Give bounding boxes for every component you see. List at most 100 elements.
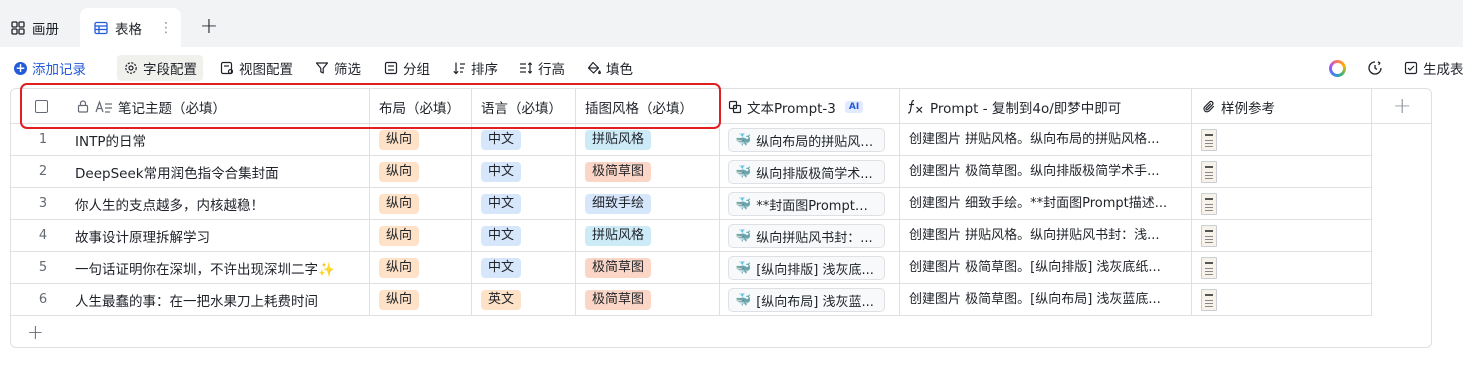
- language-tag[interactable]: 中文: [481, 130, 522, 150]
- column-header-layout[interactable]: 布局（必填）: [379, 89, 460, 124]
- text-prompt-value: 纵向拼贴风书封：...: [756, 230, 873, 246]
- text-prompt-cell[interactable]: 🐳 纵向布局的拼贴风格...: [728, 128, 885, 152]
- text-prompt-cell[interactable]: 🐳 纵向拼贴风书封：...: [728, 224, 885, 248]
- language-tag[interactable]: 中文: [481, 162, 522, 182]
- column-header-style[interactable]: 插图风格（必填）: [585, 89, 693, 124]
- formula-cell[interactable]: 创建图片 拼贴风格。纵向拼贴风书封：浅...: [909, 220, 1185, 252]
- select-all-checkbox[interactable]: [35, 89, 48, 124]
- sort-label: 排序: [471, 62, 498, 78]
- style-tag[interactable]: 拼贴风格: [585, 130, 652, 150]
- title-cell[interactable]: 一句话证明你在深圳，不许出现深圳二字✨: [75, 252, 365, 284]
- attachment-icon: [1201, 99, 1216, 114]
- formula-cell[interactable]: 创建图片 极简草图。[纵向布局] 浅灰蓝底...: [909, 284, 1185, 316]
- style-tag[interactable]: 极简草图: [585, 290, 652, 310]
- ai-field-icon: [727, 99, 742, 114]
- whale-icon: 🐳: [735, 292, 752, 308]
- column-header-style-label: 插图风格（必填）: [585, 100, 693, 117]
- history-icon[interactable]: [1366, 59, 1383, 76]
- sample-thumbnail[interactable]: [1201, 129, 1217, 151]
- whale-icon: 🐳: [735, 260, 752, 276]
- view-settings-icon: [219, 61, 234, 76]
- layout-tag[interactable]: 纵向: [379, 130, 420, 150]
- ai-assistant-icon[interactable]: [1329, 60, 1346, 77]
- column-header-text-prompt[interactable]: 文本Prompt-3 AI: [727, 89, 864, 124]
- table-row[interactable]: 1 INTP的日常 纵向 中文 拼贴风格 🐳 纵向布局的拼贴风格... 创建图片 …: [11, 124, 1371, 156]
- add-record-button[interactable]: + 添加记录: [14, 56, 86, 80]
- title-cell[interactable]: 故事设计原理拆解学习: [75, 220, 365, 252]
- group-icon: [383, 61, 398, 76]
- row-number: 1: [38, 132, 48, 147]
- style-tag[interactable]: 极简草图: [585, 162, 652, 182]
- table-row[interactable]: 4 故事设计原理拆解学习 纵向 中文 拼贴风格 🐳 纵向拼贴风书封：... 创建图…: [11, 220, 1371, 252]
- generate-table-button[interactable]: 生成表: [1403, 56, 1463, 80]
- tab-gallery-label: 画册: [32, 21, 59, 38]
- formula-cell[interactable]: 创建图片 拼贴风格。纵向布局的拼贴风格...: [909, 124, 1185, 156]
- fill-color-button[interactable]: 填色: [586, 56, 633, 80]
- language-tag[interactable]: 英文: [481, 290, 522, 310]
- paint-bucket-icon: [586, 61, 601, 76]
- view-config-button[interactable]: 视图配置: [219, 56, 293, 80]
- title-cell[interactable]: 你人生的支点越多，内核越稳！: [75, 188, 365, 220]
- add-column-button[interactable]: +: [1393, 94, 1411, 119]
- row-height-button[interactable]: 行高: [518, 56, 565, 80]
- style-tag[interactable]: 拼贴风格: [585, 226, 652, 246]
- row-number: 5: [38, 260, 48, 275]
- table-row[interactable]: 5 一句话证明你在深圳，不许出现深圳二字✨ 纵向 中文 极简草图 🐳 [纵向排版]…: [11, 252, 1371, 284]
- language-tag[interactable]: 中文: [481, 194, 522, 214]
- row-number: 3: [38, 196, 48, 211]
- more-options-icon[interactable]: ⋮: [159, 20, 173, 36]
- row-number: 4: [38, 228, 48, 243]
- style-tag[interactable]: 极简草图: [585, 258, 652, 278]
- text-prompt-value: 纵向排版极简学术...: [756, 166, 873, 182]
- field-config-button[interactable]: 字段配置: [117, 55, 203, 81]
- sample-thumbnail[interactable]: [1201, 257, 1217, 279]
- fill-color-label: 填色: [606, 62, 633, 78]
- layout-tag[interactable]: 纵向: [379, 162, 420, 182]
- row-height-icon: [518, 61, 533, 76]
- formula-cell[interactable]: 创建图片 极简草图。纵向排版极简学术手...: [909, 156, 1185, 188]
- text-prompt-cell[interactable]: 🐳 [纵向排版] 浅灰底...: [728, 256, 885, 280]
- text-prompt-cell[interactable]: 🐳 **封面图Prompt描...: [728, 192, 885, 216]
- table-row[interactable]: 6 人生最蠢的事：在一把水果刀上耗费时间 纵向 英文 极简草图 🐳 [纵向布局] …: [11, 284, 1371, 316]
- layout-tag[interactable]: 纵向: [379, 194, 420, 214]
- title-cell[interactable]: INTP的日常: [75, 124, 365, 156]
- column-header-sample[interactable]: 样例参考: [1201, 89, 1275, 124]
- tab-gallery[interactable]: 画册: [10, 8, 59, 47]
- formula-cell[interactable]: 创建图片 细致手绘。**封面图Prompt描述...: [909, 188, 1185, 220]
- column-header-formula[interactable]: Prompt - 复制到4o/即梦中即可: [907, 89, 1121, 124]
- style-tag[interactable]: 细致手绘: [585, 194, 652, 214]
- layout-tag[interactable]: 纵向: [379, 290, 420, 310]
- title-cell[interactable]: 人生最蠢的事：在一把水果刀上耗费时间: [75, 284, 365, 316]
- checkbox-icon: [1403, 61, 1418, 76]
- column-header-layout-label: 布局（必填）: [379, 100, 460, 117]
- layout-tag[interactable]: 纵向: [379, 258, 420, 278]
- column-header-language[interactable]: 语言（必填）: [481, 89, 562, 124]
- add-row-button[interactable]: +: [27, 320, 44, 344]
- title-cell[interactable]: DeepSeek常用润色指令合集封面: [75, 156, 365, 188]
- plus-circle-icon: +: [14, 60, 27, 75]
- tab-table[interactable]: 表格 ⋮: [80, 8, 181, 47]
- filter-button[interactable]: 筛选: [314, 56, 361, 80]
- table-row[interactable]: 2 DeepSeek常用润色指令合集封面 纵向 中文 极简草图 🐳 纵向排版极简学…: [11, 156, 1371, 188]
- language-tag[interactable]: 中文: [481, 258, 522, 278]
- formula-cell[interactable]: 创建图片 极简草图。[纵向排版] 浅灰底纸...: [909, 252, 1185, 284]
- text-prompt-value: [纵向排版] 浅灰底...: [756, 262, 874, 278]
- filter-label: 筛选: [334, 62, 361, 78]
- sample-thumbnail[interactable]: [1201, 289, 1217, 311]
- group-button[interactable]: 分组: [383, 56, 430, 80]
- add-view-button[interactable]: +: [199, 14, 219, 39]
- layout-tag[interactable]: 纵向: [379, 226, 420, 246]
- sample-thumbnail[interactable]: [1201, 193, 1217, 215]
- field-config-label: 字段配置: [143, 62, 197, 78]
- language-tag[interactable]: 中文: [481, 226, 522, 246]
- sample-thumbnail[interactable]: [1201, 161, 1217, 183]
- column-header-sample-label: 样例参考: [1221, 100, 1275, 117]
- gear-icon: [123, 61, 138, 76]
- sample-thumbnail[interactable]: [1201, 225, 1217, 247]
- table-row[interactable]: 3 你人生的支点越多，内核越稳！ 纵向 中文 细致手绘 🐳 **封面图Prompt…: [11, 188, 1371, 220]
- column-header-language-label: 语言（必填）: [481, 100, 562, 117]
- text-prompt-cell[interactable]: 🐳 [纵向布局] 浅灰蓝...: [728, 288, 885, 312]
- text-prompt-cell[interactable]: 🐳 纵向排版极简学术...: [728, 160, 885, 184]
- sort-button[interactable]: 排序: [451, 56, 498, 80]
- column-header-title[interactable]: 笔记主题（必填）: [75, 89, 226, 124]
